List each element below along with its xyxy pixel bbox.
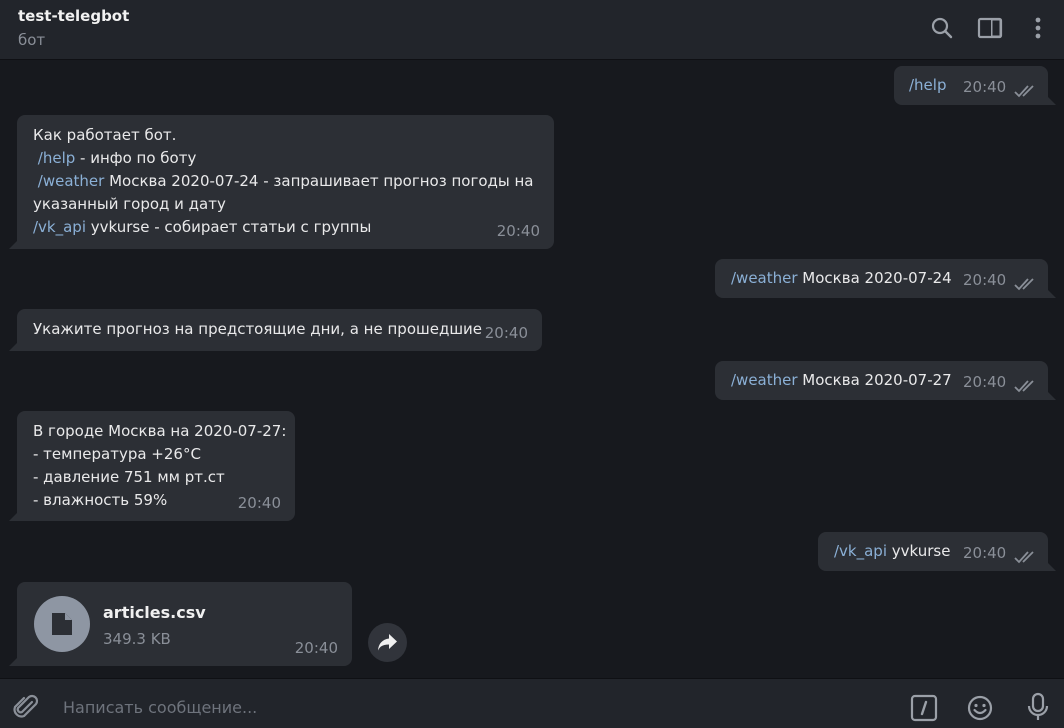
message-text: /weather Москва 2020-07-27: [731, 369, 952, 392]
file-message[interactable]: articles.csv 349.3 KB 20:40: [9, 582, 352, 666]
file-name[interactable]: articles.csv: [103, 601, 206, 624]
message-time: 20:40: [294, 639, 338, 657]
message-outgoing[interactable]: /help 20:40: [894, 66, 1056, 105]
message-line: В городе Москва на 2020-07-27:: [33, 422, 287, 440]
message-line-text: yvkurse - собирает статьи с группы: [86, 218, 372, 236]
message-line: /help - инфо по боту: [33, 147, 543, 170]
message-incoming[interactable]: Как работает бот. /help - инфо по боту /…: [9, 115, 554, 249]
message-list[interactable]: /help 20:40 Как работает бот. /help - ин…: [0, 61, 1064, 678]
chat-subtitle: бот: [18, 31, 46, 49]
bubble-tail: [1048, 392, 1056, 400]
message-time: 20:40: [496, 222, 540, 240]
message-input[interactable]: Написать сообщение...: [63, 698, 883, 717]
message-time: 20:40: [484, 324, 528, 342]
message-line: указанный город и дату: [33, 195, 226, 213]
chat-title[interactable]: test-telegbot: [18, 7, 129, 25]
message-text: Укажите прогноз на предстоящие дни, а не…: [33, 320, 483, 338]
bubble-tail: [9, 343, 17, 351]
double-check-icon: [1014, 82, 1038, 98]
bubble-tail: [1048, 563, 1056, 571]
microphone-icon[interactable]: [1024, 692, 1052, 722]
message-line: - давление 751 мм рт.ст: [33, 468, 225, 486]
message-line: Как работает бот.: [33, 126, 177, 144]
message-line-text: Москва 2020-07-27: [797, 371, 952, 389]
bot-command-link[interactable]: /vk_api: [834, 542, 887, 560]
bubble-tail: [1048, 290, 1056, 298]
share-icon[interactable]: [368, 623, 407, 662]
message-time: 20:40: [963, 544, 1007, 562]
message-text: /vk_api yvkurse: [834, 540, 950, 563]
bot-command-link[interactable]: /weather: [731, 269, 798, 287]
bubble-tail: [9, 241, 17, 249]
message-incoming[interactable]: Укажите прогноз на предстоящие дни, а не…: [9, 309, 542, 351]
message-outgoing[interactable]: /vk_api yvkurse 20:40: [818, 532, 1056, 571]
message-line: /weather Москва 2020-07-24 - запрашивает…: [33, 170, 543, 193]
message-line-text: - инфо по боту: [75, 149, 197, 167]
message-line-text: yvkurse: [887, 542, 951, 560]
bot-command-link[interactable]: /help: [909, 74, 946, 97]
message-time: 20:40: [963, 271, 1007, 289]
message-time: 20:40: [963, 373, 1007, 391]
message-line-text: Москва 2020-07-24 - запрашивает прогноз …: [104, 172, 534, 190]
bot-command-link[interactable]: /help: [38, 149, 75, 167]
message-composer: Написать сообщение...: [0, 678, 1064, 728]
attach-icon[interactable]: [12, 693, 40, 721]
message-text: /weather Москва 2020-07-24: [731, 267, 952, 290]
file-size: 349.3 KB: [103, 630, 171, 648]
message-outgoing[interactable]: /weather Москва 2020-07-24 20:40: [715, 259, 1056, 298]
message-line: - температура +26°С: [33, 445, 201, 463]
message-line-text: Москва 2020-07-24: [797, 269, 952, 287]
double-check-icon: [1014, 377, 1038, 393]
double-check-icon: [1014, 275, 1038, 291]
search-icon[interactable]: [928, 14, 956, 42]
bot-command-link[interactable]: /weather: [731, 371, 798, 389]
double-check-icon: [1014, 548, 1038, 564]
bubble-tail: [9, 658, 17, 666]
message-time: 20:40: [963, 78, 1007, 96]
file-icon[interactable]: [34, 596, 90, 652]
message-outgoing[interactable]: /weather Москва 2020-07-27 20:40: [715, 361, 1056, 400]
bubble-tail: [9, 513, 17, 521]
bot-command-link[interactable]: /vk_api: [33, 218, 86, 236]
message-text: Как работает бот. /help - инфо по боту /…: [33, 124, 543, 239]
message-incoming[interactable]: В городе Москва на 2020-07-27: - темпера…: [9, 411, 295, 521]
bubble-tail: [1048, 97, 1056, 105]
sidebar-toggle-icon[interactable]: [976, 14, 1004, 42]
more-vertical-icon[interactable]: [1024, 14, 1052, 42]
chat-header: test-telegbot бот: [0, 0, 1064, 60]
message-time: 20:40: [237, 494, 281, 512]
message-line: /vk_api yvkurse - собирает статьи с груп…: [33, 216, 543, 239]
bot-command-icon[interactable]: [910, 694, 938, 722]
bot-command-link[interactable]: /weather: [38, 172, 105, 190]
emoji-icon[interactable]: [966, 694, 994, 722]
